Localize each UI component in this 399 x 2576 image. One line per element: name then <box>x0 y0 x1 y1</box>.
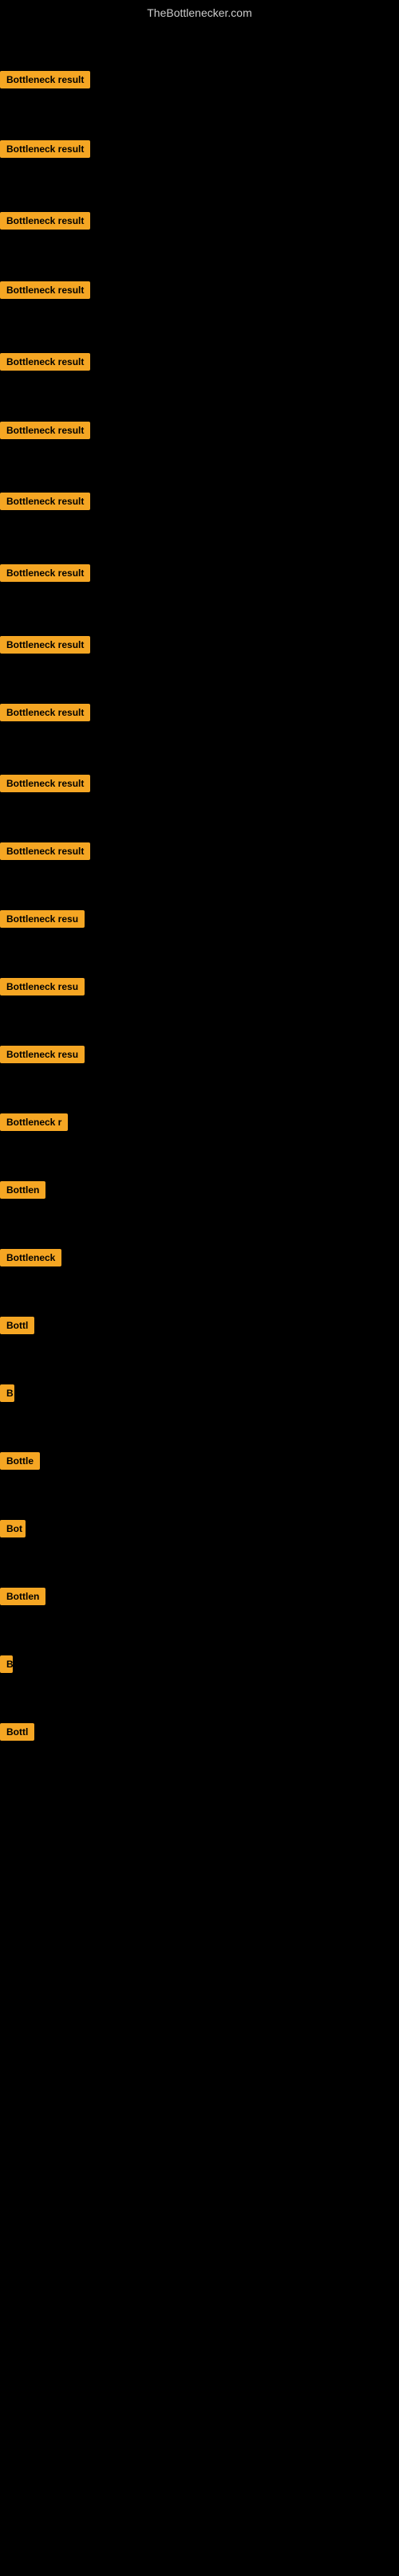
bottleneck-result-badge: Bottleneck result <box>0 564 90 582</box>
bottleneck-result-badge: Bottleneck result <box>0 775 90 792</box>
bottleneck-result-badge: Bottleneck result <box>0 704 90 721</box>
bottleneck-result-badge: Bottleneck result <box>0 842 90 860</box>
bottleneck-result-badge: Bottleneck resu <box>0 1046 85 1063</box>
bottleneck-result-badge: Bottleneck result <box>0 636 90 654</box>
bottleneck-result-badge: B <box>0 1655 13 1673</box>
bottleneck-result-badge: Bottlen <box>0 1181 45 1199</box>
bottleneck-result-badge: Bottleneck result <box>0 71 90 88</box>
bottleneck-result-badge: Bottl <box>0 1317 34 1334</box>
bottleneck-result-badge: Bottlen <box>0 1588 45 1605</box>
bottleneck-result-badge: Bottl <box>0 1723 34 1741</box>
bottleneck-result-badge: Bot <box>0 1520 26 1537</box>
bottleneck-result-badge: Bottleneck resu <box>0 978 85 995</box>
bottleneck-result-badge: Bottle <box>0 1452 40 1470</box>
bottleneck-result-badge: Bottleneck result <box>0 353 90 371</box>
site-header: TheBottlenecker.com <box>0 0 399 26</box>
bottleneck-result-badge: B <box>0 1384 14 1402</box>
site-title: TheBottlenecker.com <box>0 0 399 26</box>
bottleneck-result-badge: Bottleneck r <box>0 1113 68 1131</box>
bottleneck-result-badge: Bottleneck result <box>0 212 90 230</box>
bottleneck-result-badge: Bottleneck resu <box>0 910 85 928</box>
bottleneck-result-badge: Bottleneck result <box>0 140 90 158</box>
bottleneck-result-badge: Bottleneck <box>0 1249 61 1266</box>
bottleneck-result-badge: Bottleneck result <box>0 422 90 439</box>
bottleneck-result-badge: Bottleneck result <box>0 493 90 510</box>
bottleneck-result-badge: Bottleneck result <box>0 281 90 299</box>
